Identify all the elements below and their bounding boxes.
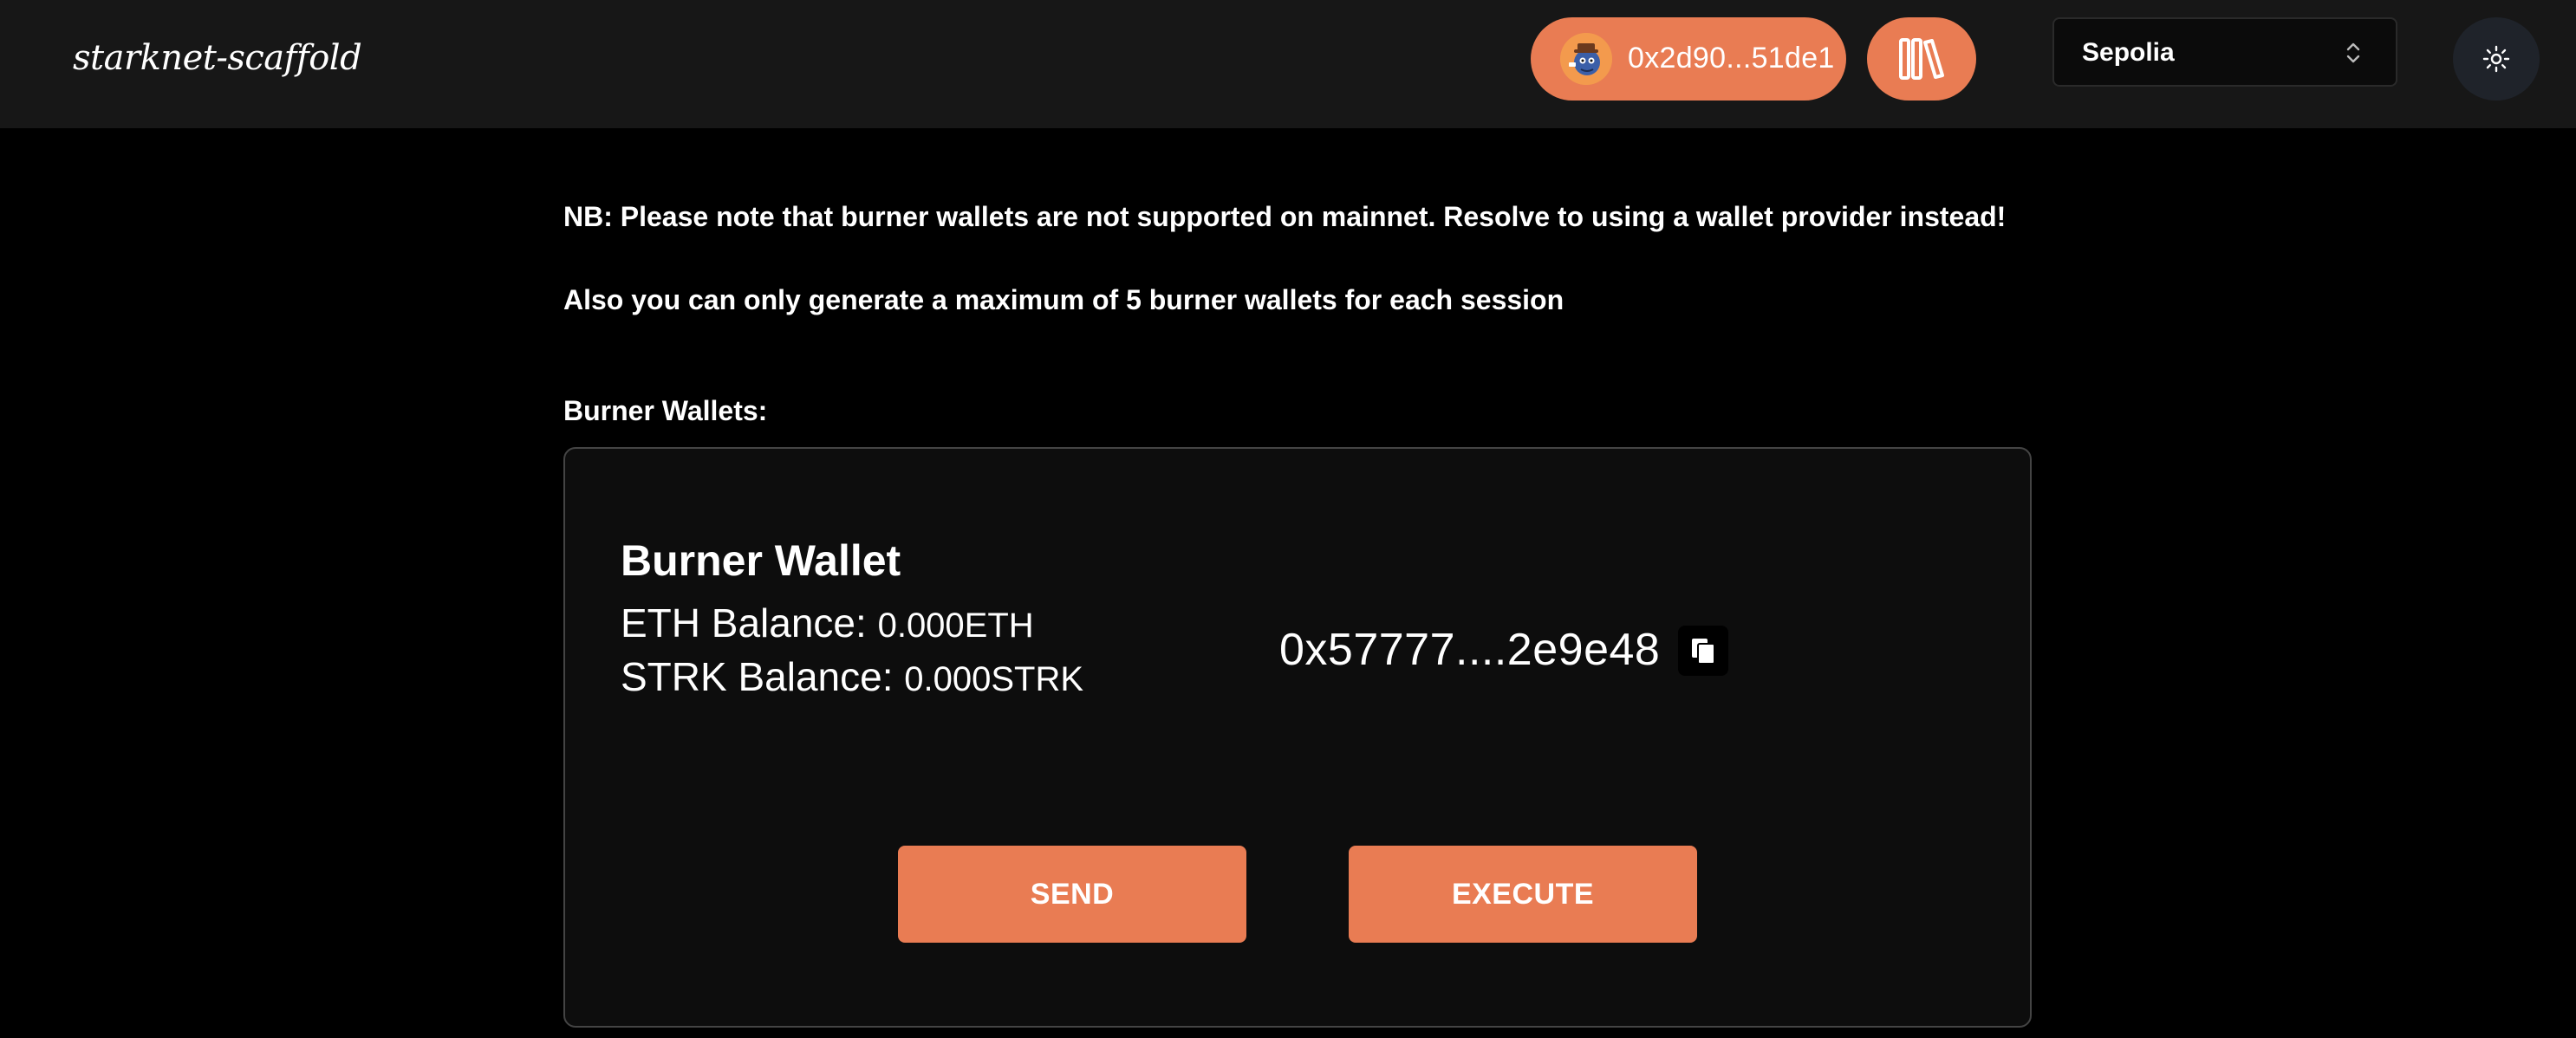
avatar-icon	[1560, 33, 1612, 85]
network-select[interactable]: Sepolia	[2052, 17, 2397, 87]
strk-balance-label: STRK Balance:	[621, 654, 905, 699]
book-icon	[1899, 38, 1944, 80]
burner-wallet-card: Burner Wallet ETH Balance: 0.000ETH STRK…	[563, 447, 2032, 1028]
sun-icon	[2482, 45, 2510, 73]
eth-balance-value: 0.000ETH	[877, 607, 1034, 645]
top-navbar: starknet-scaffold 0x2d90...51de1 Sepolia	[0, 0, 2576, 128]
connected-account-button[interactable]: 0x2d90...51de1	[1531, 17, 1846, 101]
eth-balance-label: ETH Balance:	[621, 600, 878, 646]
eth-balance-row: ETH Balance: 0.000ETH	[621, 600, 1034, 646]
copy-icon	[1692, 639, 1715, 665]
wallet-title: Burner Wallet	[621, 536, 901, 585]
app-logo[interactable]: starknet-scaffold	[73, 38, 362, 78]
network-selected-value: Sepolia	[2082, 38, 2175, 67]
chevron-up-down-icon	[2346, 42, 2360, 63]
burner-wallets-heading: Burner Wallets:	[563, 395, 768, 426]
theme-toggle-button[interactable]	[2453, 17, 2540, 101]
wallet-address: 0x57777....2e9e48	[1279, 625, 1661, 675]
library-button[interactable]	[1867, 17, 1976, 101]
max-wallets-notice-text: Also you can only generate a maximum of …	[563, 284, 1564, 315]
copy-address-button[interactable]	[1678, 626, 1728, 676]
send-button[interactable]: SEND	[898, 846, 1246, 943]
execute-button[interactable]: EXECUTE	[1349, 846, 1697, 943]
mainnet-warning-text: NB: Please note that burner wallets are …	[563, 201, 2007, 232]
strk-balance-row: STRK Balance: 0.000STRK	[621, 653, 1083, 700]
strk-balance-value: 0.000STRK	[904, 660, 1084, 698]
account-address-label: 0x2d90...51de1	[1628, 42, 1835, 75]
